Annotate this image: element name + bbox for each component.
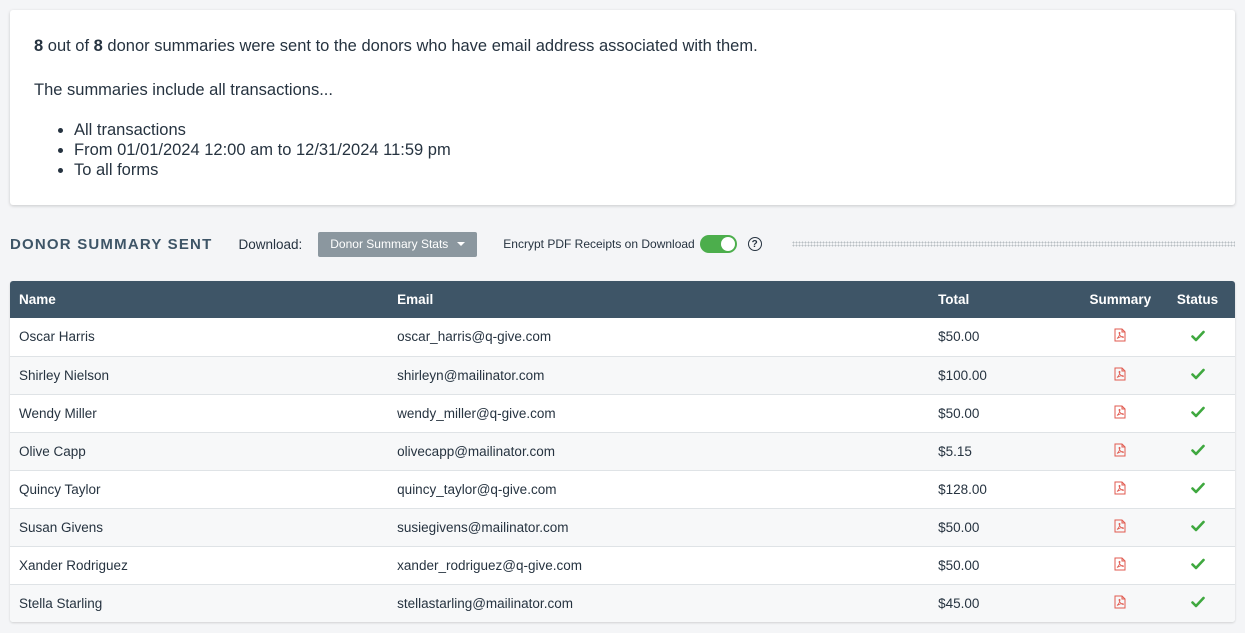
question-icon[interactable]: ? xyxy=(747,237,762,251)
donor-total: $128.00 xyxy=(938,481,987,497)
pdf-icon[interactable] xyxy=(1114,595,1126,612)
download-dropdown-button[interactable]: Donor Summary Stats xyxy=(318,231,478,257)
donor-total: $45.00 xyxy=(938,595,980,611)
sent-mid-text: out of xyxy=(43,37,94,55)
check-icon xyxy=(1190,482,1205,497)
status-cell xyxy=(1160,432,1235,470)
summary-cell xyxy=(1081,318,1161,356)
donor-email: oscar_harris@q-give.com xyxy=(397,329,552,345)
column-header-email[interactable]: Email xyxy=(388,281,929,318)
donor-total: $50.00 xyxy=(938,329,980,345)
donor-total: $50.00 xyxy=(938,557,980,573)
table-row: Oscar Harris oscar_harris@q-give.com $50.0… xyxy=(10,318,1235,356)
summary-cell xyxy=(1081,470,1161,508)
column-header-summary: Summary xyxy=(1089,292,1152,307)
criteria-item: To all forms xyxy=(74,160,1211,180)
donor-total: $50.00 xyxy=(938,519,980,535)
pdf-icon[interactable] xyxy=(1114,481,1126,498)
total-count: 8 xyxy=(93,37,103,55)
donor-total: $5.15 xyxy=(938,443,972,459)
donor-summary-table: Name Email Total Summary Status Oscar Ha… xyxy=(10,281,1235,622)
donor-email: shirleyn@mailinator.com xyxy=(397,367,545,383)
pdf-icon[interactable] xyxy=(1114,328,1126,345)
donor-total: $50.00 xyxy=(938,405,980,421)
donor-total: $100.00 xyxy=(938,367,987,383)
table-header-row: Name Email Total Summary Status xyxy=(10,281,1235,318)
encrypt-toggle[interactable] xyxy=(699,235,737,253)
check-icon xyxy=(1190,444,1205,459)
check-icon xyxy=(1190,368,1205,383)
check-icon xyxy=(1190,596,1205,611)
donor-name: Stella Starling xyxy=(19,595,103,611)
download-button-label: Donor Summary Stats xyxy=(330,237,449,251)
summary-cell xyxy=(1081,432,1161,470)
donor-name: Susan Givens xyxy=(19,519,104,535)
summary-cell xyxy=(1081,584,1161,622)
column-header-total[interactable]: Total xyxy=(929,281,1080,318)
summary-toolbar: DONOR SUMMARY SENT Download: Donor Summa… xyxy=(10,230,1235,258)
sent-tail-text: donor summaries were sent to the donors … xyxy=(102,37,758,55)
table-row: Wendy Miller wendy_miller@q-give.com $50.0… xyxy=(10,394,1235,432)
status-cell xyxy=(1160,394,1235,432)
status-cell xyxy=(1160,470,1235,508)
check-icon xyxy=(1190,406,1205,421)
send-result-card: 8 out of 8 donor summaries were sent to … xyxy=(10,10,1235,205)
caret-down-icon xyxy=(457,242,466,246)
status-cell xyxy=(1160,584,1235,622)
donor-name: Quincy Taylor xyxy=(19,481,101,497)
summary-cell xyxy=(1081,394,1161,432)
donor-email: olivecapp@mailinator.com xyxy=(397,443,555,459)
toggle-knob xyxy=(720,237,735,251)
sent-count: 8 xyxy=(34,37,44,55)
status-cell xyxy=(1160,318,1235,356)
criteria-item: All transactions xyxy=(74,120,1211,140)
summary-cell xyxy=(1081,508,1161,546)
donor-email: xander_rodriguez@q-give.com xyxy=(397,557,582,573)
donor-name: Olive Capp xyxy=(19,443,86,459)
help-glyph: ? xyxy=(751,238,758,250)
donor-email: stellastarling@mailinator.com xyxy=(397,595,573,611)
pdf-icon[interactable] xyxy=(1114,443,1126,460)
dotted-divider xyxy=(791,241,1235,247)
status-cell xyxy=(1160,356,1235,394)
donor-name: Wendy Miller xyxy=(19,405,97,421)
table-row: Shirley Nielson shirleyn@mailinator.com $1… xyxy=(10,356,1235,394)
donor-email: wendy_miller@q-give.com xyxy=(397,405,556,421)
check-icon xyxy=(1190,520,1205,535)
download-label: Download: xyxy=(238,236,303,252)
donor-name: Oscar Harris xyxy=(19,329,95,345)
summary-cell xyxy=(1081,546,1161,584)
criteria-list: All transactions From 01/01/2024 12:00 a… xyxy=(34,120,1211,180)
donor-name: Xander Rodriguez xyxy=(19,557,128,573)
table-row: Stella Starling stellastarling@mailinator… xyxy=(10,584,1235,622)
donor-name: Shirley Nielson xyxy=(19,367,110,383)
donor-email: susiegivens@mailinator.com xyxy=(397,519,569,535)
include-text: The summaries include all transactions..… xyxy=(34,81,333,99)
table-row: Olive Capp olivecapp@mailinator.com $5.15 xyxy=(10,432,1235,470)
pdf-icon[interactable] xyxy=(1114,557,1126,574)
table-row: Quincy Taylor quincy_taylor@q-give.com $12… xyxy=(10,470,1235,508)
sent-summary-text: 8 out of 8 donor summaries were sent to … xyxy=(34,36,1211,56)
status-cell xyxy=(1160,508,1235,546)
column-header-name[interactable]: Name xyxy=(10,281,388,318)
pdf-icon[interactable] xyxy=(1114,367,1126,384)
encrypt-label: Encrypt PDF Receipts on Download xyxy=(503,237,695,251)
donor-email: quincy_taylor@q-give.com xyxy=(397,481,557,497)
section-title: DONOR SUMMARY SENT xyxy=(10,235,213,253)
pdf-icon[interactable] xyxy=(1114,405,1126,422)
criteria-item: From 01/01/2024 12:00 am to 12/31/2024 1… xyxy=(74,140,1211,160)
column-header-status: Status xyxy=(1176,292,1219,307)
check-icon xyxy=(1190,330,1205,345)
check-icon xyxy=(1190,558,1205,573)
summary-cell xyxy=(1081,356,1161,394)
table-row: Susan Givens susiegivens@mailinator.com $5… xyxy=(10,508,1235,546)
table-row: Xander Rodriguez xander_rodriguez@q-give.… xyxy=(10,546,1235,584)
status-cell xyxy=(1160,546,1235,584)
pdf-icon[interactable] xyxy=(1114,519,1126,536)
